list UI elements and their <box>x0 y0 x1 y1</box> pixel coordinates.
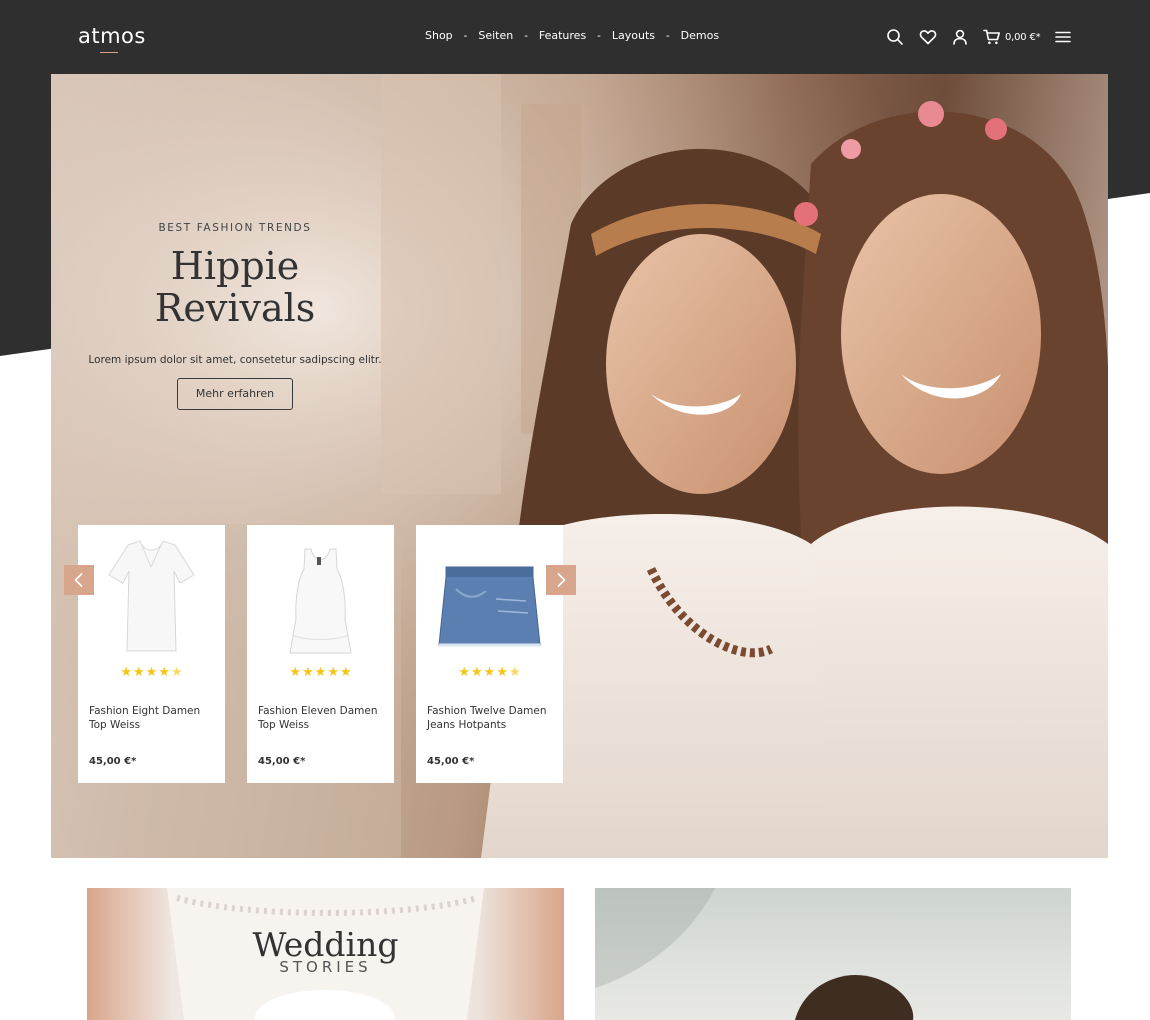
product-image-denim-skirt <box>438 566 541 647</box>
nav-item-features[interactable]: Features <box>539 29 586 42</box>
star-half-icon: ★ <box>170 664 183 679</box>
nav-separator: - <box>597 29 601 42</box>
star-icon: ★ <box>483 664 496 679</box>
header-actions: 0,00 €* <box>886 27 1072 47</box>
cart-button[interactable]: 0,00 €* <box>983 28 1041 46</box>
product-price: 45,00 €* <box>89 756 137 767</box>
nav-separator: - <box>463 29 468 42</box>
hero-description: Lorem ipsum dolor sit amet, consetetur s… <box>88 353 382 366</box>
teaser-image <box>595 888 914 1020</box>
hero-eyebrow: BEST FASHION TRENDS <box>158 222 312 234</box>
star-icon: ★ <box>120 664 133 679</box>
nav-item-demos[interactable]: Demos <box>681 29 719 42</box>
main-navigation: Shop - Seiten - Features - Layouts - Dem… <box>425 29 719 42</box>
logo-text: atmos <box>78 24 146 48</box>
hero-title: Hippie Revivals <box>154 244 316 330</box>
logo[interactable]: atmos <box>78 24 146 54</box>
star-icon: ★ <box>302 664 314 679</box>
product-rating: ★★★★★ <box>247 663 394 681</box>
star-icon: ★ <box>158 664 170 679</box>
nav-item-seiten[interactable]: Seiten <box>478 29 513 42</box>
star-icon: ★ <box>314 664 327 679</box>
slider-next-button[interactable] <box>546 565 576 595</box>
product-rating: ★★★★★ <box>78 663 225 681</box>
product-image-white-tank-top <box>289 548 352 654</box>
user-icon[interactable] <box>951 28 969 46</box>
hero-cta-button[interactable]: Mehr erfahren <box>177 377 293 410</box>
product-name[interactable]: Fashion Eight Damen Top Weiss <box>89 704 219 732</box>
chevron-right-icon <box>557 573 566 587</box>
teaser-right[interactable] <box>595 888 1071 1020</box>
star-icon: ★ <box>145 664 158 679</box>
nav-separator: - <box>665 29 670 42</box>
logo-underline <box>100 52 118 53</box>
product-price: 45,00 €* <box>427 756 475 767</box>
teaser-wedding-stories[interactable]: Wedding STORIES <box>87 888 564 1020</box>
product-card[interactable]: ★★★★★ Fashion Eight Damen Top Weiss 45,0… <box>78 525 225 783</box>
hero-content: BEST FASHION TRENDS Hippie Revivals Lore… <box>85 222 385 410</box>
product-image-white-tshirt <box>108 540 195 652</box>
nav-item-layouts[interactable]: Layouts <box>612 29 655 42</box>
star-icon: ★ <box>471 664 483 679</box>
star-icon: ★ <box>133 664 145 679</box>
cart-total: 0,00 €* <box>1005 31 1041 43</box>
slider-prev-button[interactable] <box>64 565 94 595</box>
product-card[interactable]: ★★★★★ Fashion Twelve Damen Jeans Hotpant… <box>416 525 563 783</box>
cart-icon <box>983 29 1000 45</box>
heart-icon[interactable] <box>919 28 937 46</box>
product-rating: ★★★★★ <box>416 663 563 681</box>
search-icon[interactable] <box>886 28 904 46</box>
star-icon: ★ <box>339 664 352 679</box>
star-icon: ★ <box>327 664 339 679</box>
nav-separator: - <box>524 29 528 42</box>
menu-icon[interactable] <box>1054 28 1072 46</box>
star-icon: ★ <box>458 664 471 679</box>
product-card[interactable]: ★★★★★ Fashion Eleven Damen Top Weiss 45,… <box>247 525 394 783</box>
teaser-subtitle: STORIES <box>279 958 372 976</box>
star-half-icon: ★ <box>508 664 521 679</box>
product-name[interactable]: Fashion Twelve Damen Jeans Hotpants <box>427 704 557 732</box>
product-name[interactable]: Fashion Eleven Damen Top Weiss <box>258 704 388 732</box>
chevron-left-icon <box>74 573 83 587</box>
product-price: 45,00 €* <box>258 756 306 767</box>
teaser-title: Wedding <box>252 925 399 964</box>
nav-item-shop[interactable]: Shop <box>425 29 453 42</box>
star-icon: ★ <box>289 664 302 679</box>
hero-banner: BEST FASHION TRENDS Hippie Revivals Lore… <box>51 74 1108 858</box>
star-icon: ★ <box>496 664 508 679</box>
